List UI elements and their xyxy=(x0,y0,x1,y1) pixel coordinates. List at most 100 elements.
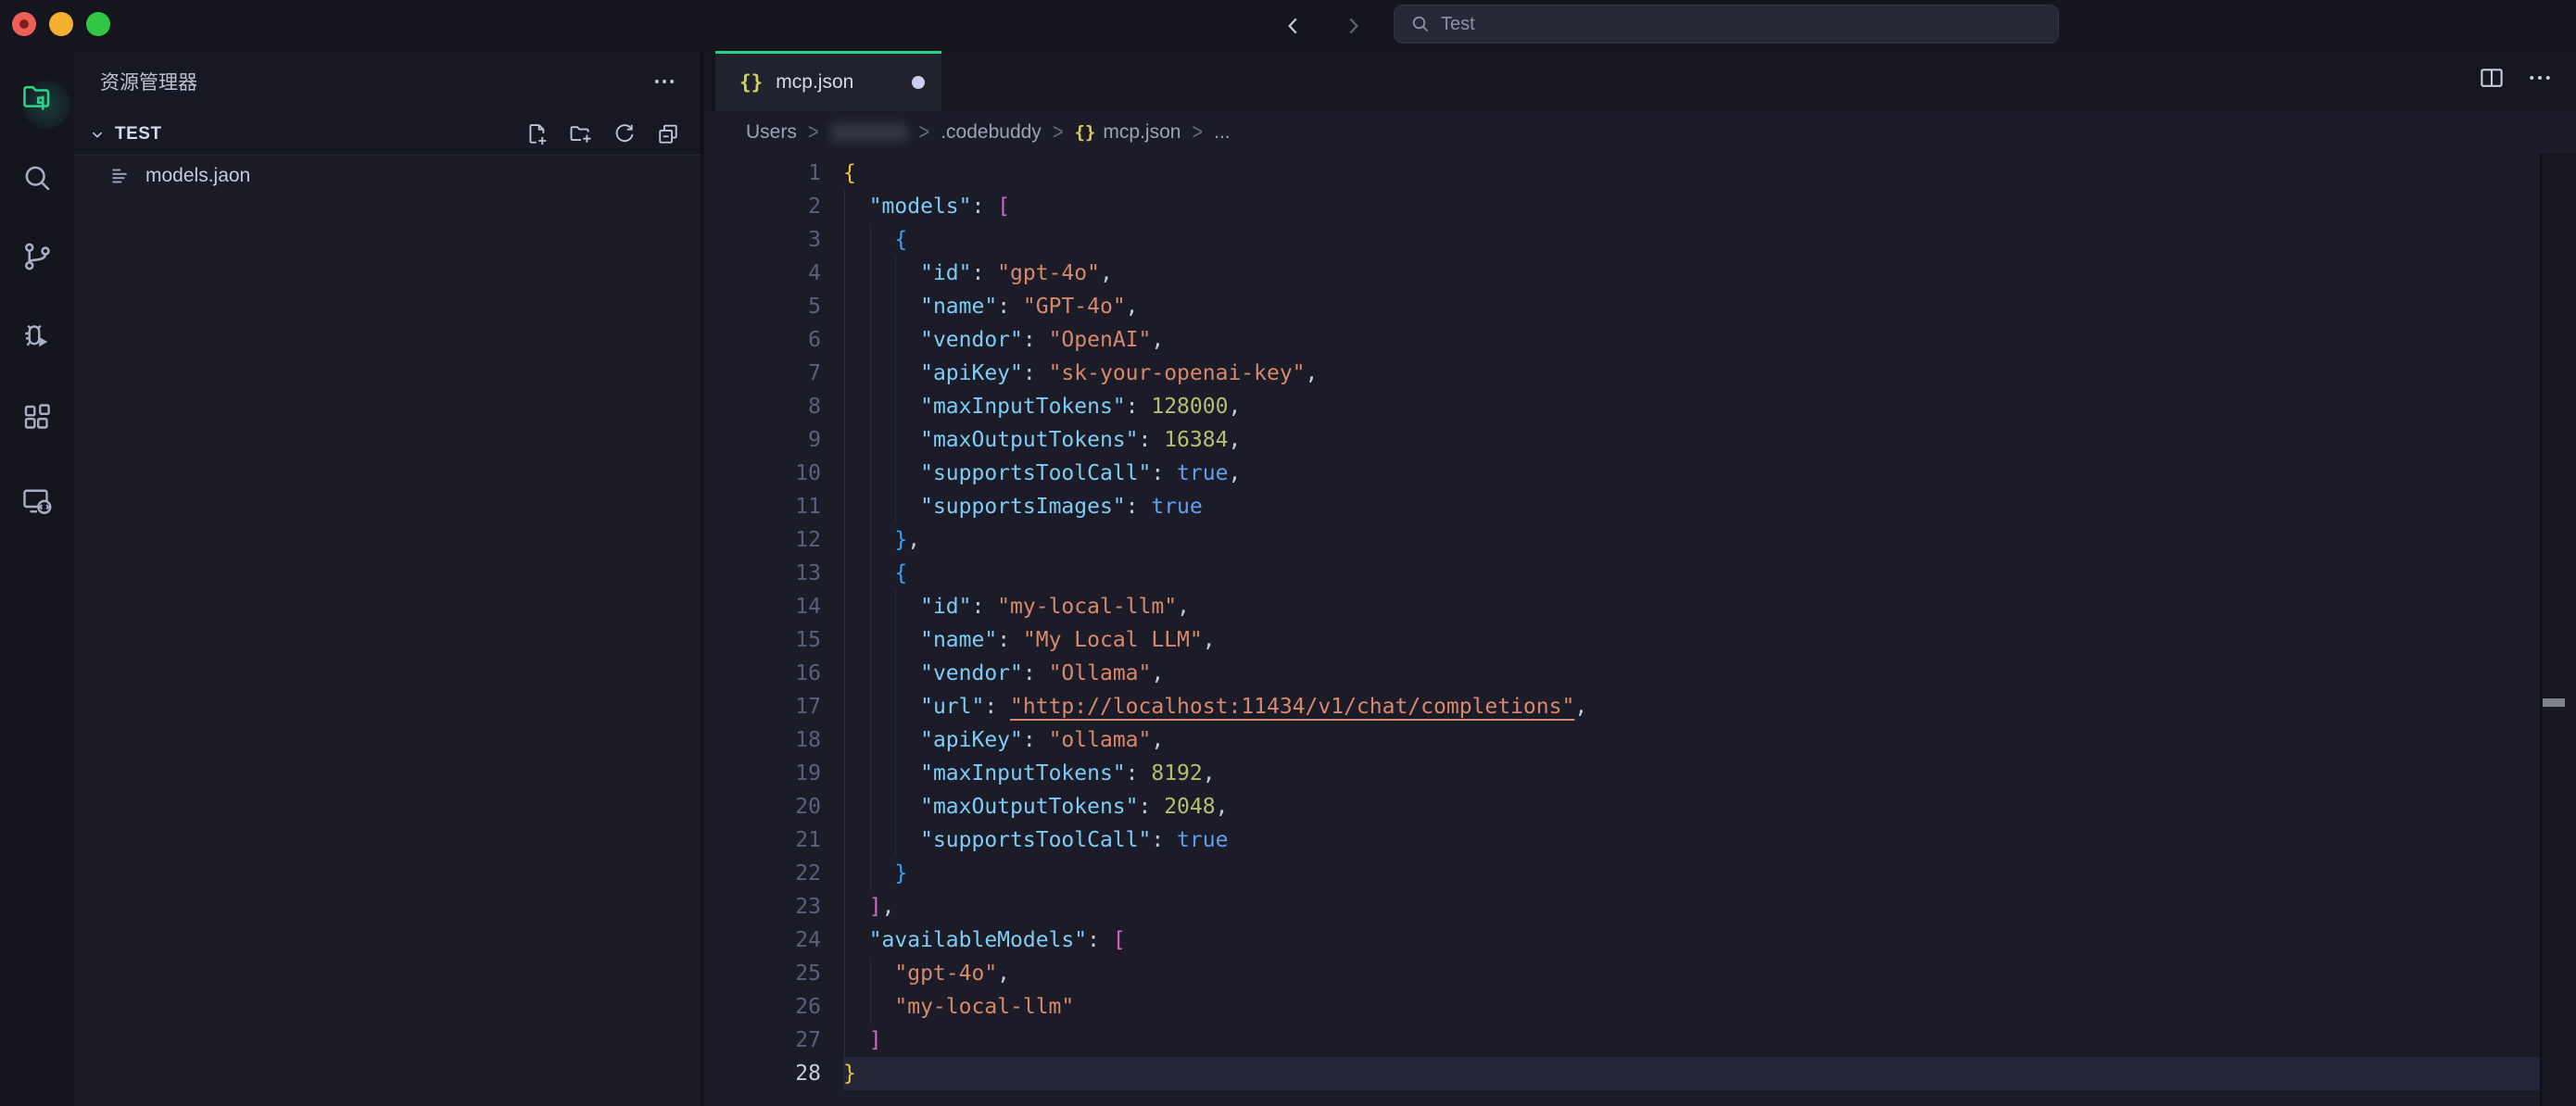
split-editor-button[interactable] xyxy=(2476,62,2507,94)
indent-guide xyxy=(870,990,871,1024)
breadcrumb-item-codebuddy[interactable]: .codebuddy xyxy=(941,121,1042,144)
code-line-12[interactable]: 12 }, xyxy=(704,523,2540,557)
code-line-16[interactable]: 16 "vendor": "Ollama", xyxy=(704,657,2540,690)
line-number: 4 xyxy=(704,257,843,290)
code-line-22[interactable]: 22 } xyxy=(704,857,2540,890)
code-line-8[interactable]: 8 "maxInputTokens": 128000, xyxy=(704,390,2540,423)
line-content: "name": "My Local LLM", xyxy=(843,623,2540,657)
code-line-20[interactable]: 20 "maxOutputTokens": 2048, xyxy=(704,790,2540,823)
code-line-5[interactable]: 5 "name": "GPT-4o", xyxy=(704,290,2540,323)
code-line-4[interactable]: 4 "id": "gpt-4o", xyxy=(704,257,2540,290)
file-label: models.jaon xyxy=(145,165,250,187)
breadcrumb: Users>>.codebuddy>{}mcp.json>... xyxy=(704,111,2576,154)
line-content: "supportsToolCall": true xyxy=(843,823,2540,857)
code-line-19[interactable]: 19 "maxInputTokens": 8192, xyxy=(704,757,2540,790)
indent-guide xyxy=(870,590,871,623)
code-line-17[interactable]: 17 "url": "http://localhost:11434/v1/cha… xyxy=(704,690,2540,723)
line-number: 18 xyxy=(704,723,843,757)
indent-guide xyxy=(844,890,845,924)
sidebar-item-search[interactable] xyxy=(0,141,74,215)
code-line-25[interactable]: 25 "gpt-4o", xyxy=(704,957,2540,990)
code-line-28[interactable]: 28} xyxy=(704,1057,2540,1090)
code-line-27[interactable]: 27 ] xyxy=(704,1024,2540,1057)
code-line-7[interactable]: 7 "apiKey": "sk-your-openai-key", xyxy=(704,357,2540,390)
indent-guide xyxy=(844,957,845,990)
line-content: "vendor": "OpenAI", xyxy=(843,323,2540,357)
line-content: "my-local-llm" xyxy=(843,990,2540,1024)
indent-guide xyxy=(870,523,871,557)
indent-guide xyxy=(870,490,871,523)
sidebar-more-button[interactable] xyxy=(649,66,680,97)
line-number: 27 xyxy=(704,1024,843,1057)
code-line-2[interactable]: 2 "models": [ xyxy=(704,190,2540,223)
search-icon xyxy=(20,161,54,195)
line-number: 11 xyxy=(704,490,843,523)
tab-label: mcp.json xyxy=(776,71,853,94)
line-number: 5 xyxy=(704,290,843,323)
breadcrumb-item-[interactable]: ... xyxy=(1214,121,1231,144)
code-line-3[interactable]: 3 { xyxy=(704,223,2540,257)
line-content: { xyxy=(843,223,2540,257)
breadcrumb-item-redacted[interactable] xyxy=(830,123,908,142)
file-item-models.jaon[interactable]: models.jaon xyxy=(74,157,701,195)
breadcrumb-label: Users xyxy=(746,121,797,144)
sidebar-item-explorer[interactable] xyxy=(0,60,74,134)
code-line-15[interactable]: 15 "name": "My Local LLM", xyxy=(704,623,2540,657)
line-content: "availableModels": [ xyxy=(843,924,2540,957)
code-line-13[interactable]: 13 { xyxy=(704,557,2540,590)
section-label: TEST xyxy=(115,124,162,145)
breadcrumb-separator-icon: > xyxy=(808,119,819,146)
nav-back-button[interactable] xyxy=(1275,7,1312,44)
new-folder-button[interactable] xyxy=(565,119,597,150)
code-line-1[interactable]: 1{ xyxy=(704,157,2540,190)
indent-guide xyxy=(870,790,871,823)
nav-forward-button[interactable] xyxy=(1334,7,1371,44)
indent-guide xyxy=(895,623,896,657)
code-line-6[interactable]: 6 "vendor": "OpenAI", xyxy=(704,323,2540,357)
minimize-button[interactable] xyxy=(49,12,73,36)
sidebar-item-remote-explorer[interactable] xyxy=(0,464,74,538)
breadcrumb-separator-icon: > xyxy=(1053,119,1064,146)
ellipsis-icon xyxy=(651,69,677,94)
indent-guide xyxy=(895,490,896,523)
code-line-9[interactable]: 9 "maxOutputTokens": 16384, xyxy=(704,423,2540,457)
line-number: 22 xyxy=(704,857,843,890)
sidebar-item-extensions[interactable] xyxy=(0,381,74,455)
indent-guide xyxy=(844,924,845,957)
code-line-24[interactable]: 24 "availableModels": [ xyxy=(704,924,2540,957)
breadcrumb-item-Users[interactable]: Users xyxy=(746,121,797,144)
modified-dot-icon[interactable] xyxy=(912,76,925,89)
scrollbar-marker[interactable] xyxy=(2543,698,2565,707)
indent-guide xyxy=(895,390,896,423)
indent-guide xyxy=(844,590,845,623)
indent-guide xyxy=(870,690,871,723)
line-content: "vendor": "Ollama", xyxy=(843,657,2540,690)
code-line-21[interactable]: 21 "supportsToolCall": true xyxy=(704,823,2540,857)
tab-mcp-json[interactable]: {} mcp.json xyxy=(715,51,941,111)
sidebar-section-test[interactable]: TEST xyxy=(74,113,701,156)
sidebar-item-run-debug[interactable] xyxy=(0,299,74,373)
code-editor[interactable]: 1{2 "models": [3 {4 "id": "gpt-4o",5 "na… xyxy=(704,154,2540,1106)
code-line-23[interactable]: 23 ], xyxy=(704,890,2540,924)
code-line-26[interactable]: 26 "my-local-llm" xyxy=(704,990,2540,1024)
extensions-icon xyxy=(20,401,54,434)
maximize-button[interactable] xyxy=(86,12,110,36)
search-input[interactable]: Test xyxy=(1394,5,2059,44)
indent-guide xyxy=(870,390,871,423)
code-line-18[interactable]: 18 "apiKey": "ollama", xyxy=(704,723,2540,757)
line-content: "supportsImages": true xyxy=(843,490,2540,523)
breadcrumb-item-mcpjson[interactable]: {}mcp.json xyxy=(1075,121,1181,144)
code-line-11[interactable]: 11 "supportsImages": true xyxy=(704,490,2540,523)
close-button[interactable] xyxy=(12,12,36,36)
new-file-button[interactable] xyxy=(522,119,553,150)
line-content: "id": "my-local-llm", xyxy=(843,590,2540,623)
code-line-14[interactable]: 14 "id": "my-local-llm", xyxy=(704,590,2540,623)
indent-guide xyxy=(844,223,845,257)
line-number: 1 xyxy=(704,157,843,190)
collapse-all-button[interactable] xyxy=(652,119,684,150)
refresh-button[interactable] xyxy=(609,119,640,150)
code-line-10[interactable]: 10 "supportsToolCall": true, xyxy=(704,457,2540,490)
line-content: "maxInputTokens": 128000, xyxy=(843,390,2540,423)
sidebar-item-source-control[interactable] xyxy=(0,220,74,294)
editor-more-button[interactable] xyxy=(2524,62,2556,94)
